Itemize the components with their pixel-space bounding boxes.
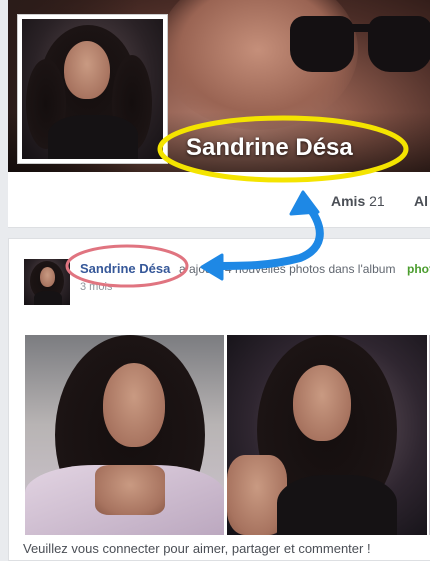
login-prompt: Veuillez vous connecter pour aimer, part… [23,541,371,556]
album-link[interactable]: phot [407,262,430,276]
post-author-link[interactable]: Sandrine Désa [80,261,170,276]
post-photo-1[interactable] [25,335,224,535]
tab-friends[interactable]: Amis 21 [331,193,385,209]
profile-picture[interactable] [17,14,168,164]
profile-tabs: Amis 21 Al [8,172,430,228]
avatar[interactable] [24,259,70,305]
sunglasses-graphic [290,8,430,74]
post-photo-2[interactable] [227,335,427,535]
friends-count: 21 [369,193,385,209]
profile-name[interactable]: Sandrine Désa [186,134,353,162]
tab-friends-label: Amis [331,193,366,209]
tab-albums[interactable]: Al [414,193,428,209]
post-action-text: a ajouté 4 nouvelles photos dans l'album [179,262,396,276]
post-timestamp[interactable]: 3 mois [80,281,112,293]
post-card: Sandrine Désa a ajouté 4 nouvelles photo… [8,238,430,561]
